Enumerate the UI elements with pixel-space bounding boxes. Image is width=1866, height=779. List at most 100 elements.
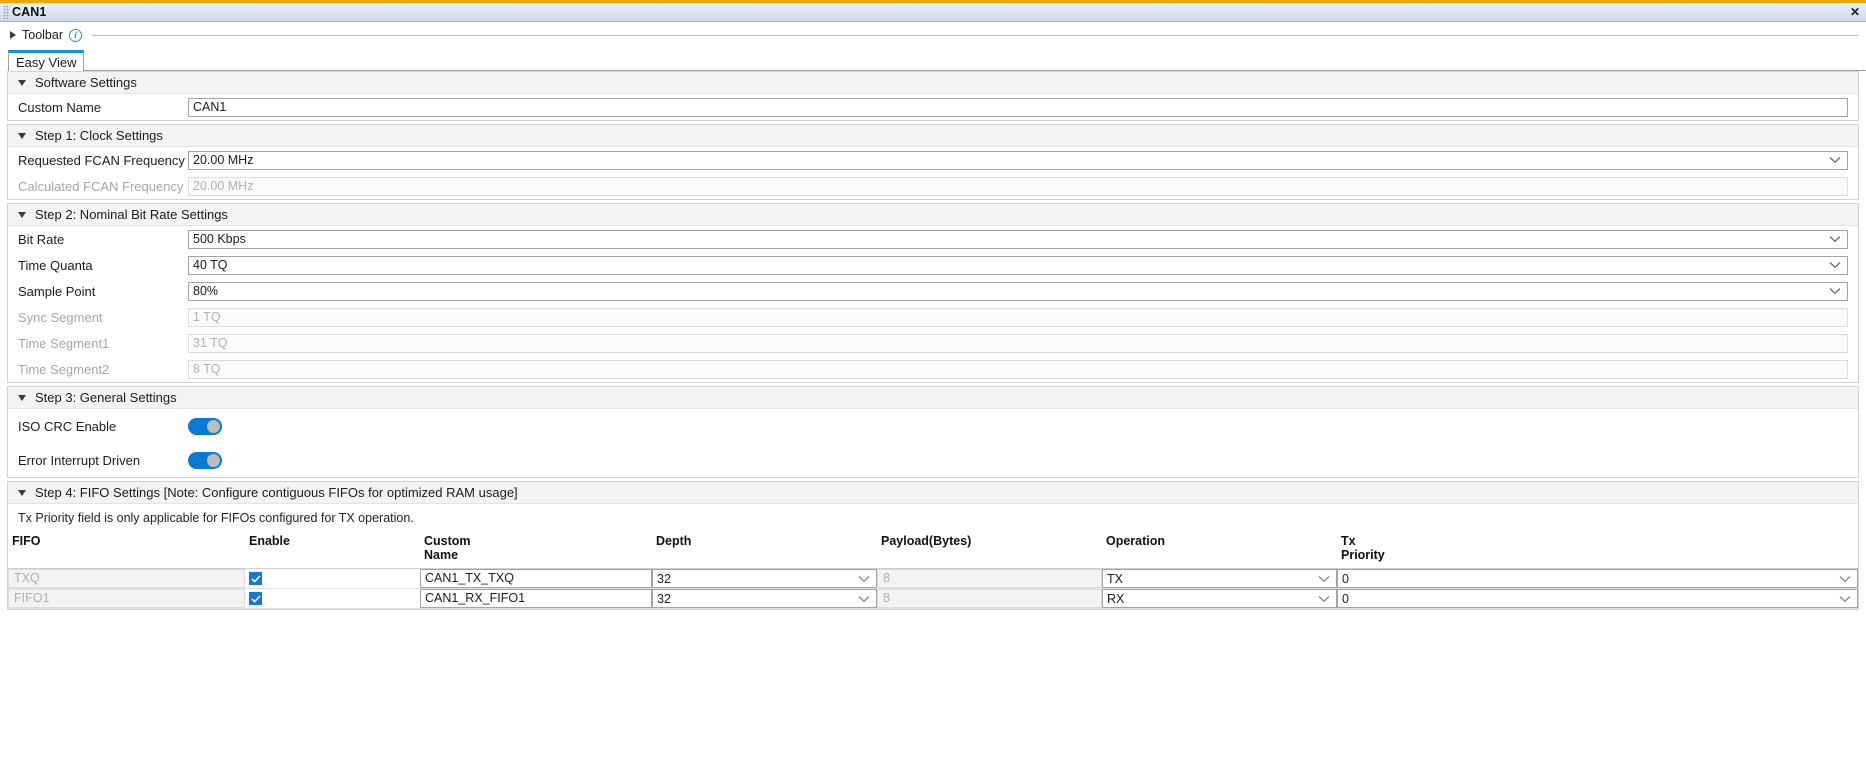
select-fifo-operation[interactable]: RX xyxy=(1102,589,1337,608)
toolbar-strip: Toolbar i xyxy=(0,22,1866,49)
select-value: 32 xyxy=(657,571,671,586)
select-value: 32 xyxy=(657,591,671,606)
cell-payload: 8 xyxy=(877,568,1102,589)
cell-tx-priority: 0 xyxy=(1337,588,1858,609)
row-time-segment1: Time Segment1 31 TQ xyxy=(8,330,1858,356)
group-title: Step 4: FIFO Settings [Note: Configure c… xyxy=(35,485,518,500)
select-time-quanta[interactable]: 40 TQ xyxy=(188,255,1848,275)
row-calculated-fcan-frequency: Calculated FCAN Frequency 20.00 MHz xyxy=(8,173,1858,199)
toolbar-divider xyxy=(92,34,1858,36)
select-value: 20.00 MHz xyxy=(193,152,254,167)
group-body-step4: Tx Priority field is only applicable for… xyxy=(8,504,1858,609)
checkbox-enable[interactable] xyxy=(249,592,262,605)
cell-depth: 32 xyxy=(652,568,877,589)
chevron-down-icon xyxy=(18,394,26,401)
select-fifo-depth[interactable]: 32 xyxy=(652,569,877,588)
settings-content: Software Settings Custom Name CAN1 Step … xyxy=(0,71,1866,610)
select-fifo-operation[interactable]: TX xyxy=(1102,569,1337,588)
group-body-step3: ISO CRC Enable Error Interrupt Driven xyxy=(8,409,1858,477)
cell-payload: 8 xyxy=(877,588,1102,609)
input-fifo-custom-name[interactable]: CAN1_TX_TXQ xyxy=(420,569,652,588)
checkbox-enable[interactable] xyxy=(249,572,262,585)
window-titlebar: CAN1 ✕ xyxy=(0,0,1866,22)
chevron-down-icon xyxy=(1312,575,1336,583)
label-requested-fcan-frequency: Requested FCAN Frequency xyxy=(18,152,185,168)
col-header-fifo: FIFO xyxy=(8,531,245,569)
row-iso-crc-enable: ISO CRC Enable xyxy=(8,409,1858,443)
cell-tx-priority: 0 xyxy=(1337,568,1858,589)
select-fifo-tx-priority[interactable]: 0 xyxy=(1337,569,1858,588)
table-row: FIFO1 CAN1_RX_FIFO1 32 8 RX 0 xyxy=(8,588,1858,609)
info-icon[interactable]: i xyxy=(69,28,82,42)
tab-easy-view[interactable]: Easy View xyxy=(8,50,85,71)
chevron-down-icon xyxy=(18,489,26,496)
cell-fifo: TXQ xyxy=(8,568,245,589)
col-header-operation: Operation xyxy=(1102,531,1337,569)
label-iso-crc-enable: ISO CRC Enable xyxy=(18,418,117,434)
fifo-note: Tx Priority field is only applicable for… xyxy=(18,511,414,525)
select-value: 40 TQ xyxy=(193,257,228,272)
select-value: TX xyxy=(1107,571,1123,586)
label-error-interrupt-driven: Error Interrupt Driven xyxy=(18,452,141,468)
toggle-knob xyxy=(207,419,220,433)
col-header-custom-name: Custom Name xyxy=(420,531,652,569)
input-time-segment1: 31 TQ xyxy=(188,333,1848,353)
group-step4-fifo-settings: Step 4: FIFO Settings [Note: Configure c… xyxy=(7,481,1859,610)
toolbar-expand-icon[interactable] xyxy=(10,31,16,39)
cell-operation: RX xyxy=(1102,588,1337,609)
group-body-step1: Requested FCAN Frequency 20.00 MHz Calcu… xyxy=(8,147,1858,199)
group-title: Step 2: Nominal Bit Rate Settings xyxy=(35,207,228,222)
select-value: 0 xyxy=(1342,571,1349,586)
group-title: Step 1: Clock Settings xyxy=(35,128,163,143)
chevron-down-icon xyxy=(1823,261,1847,269)
select-fifo-depth[interactable]: 32 xyxy=(652,589,877,608)
drag-grip-icon[interactable] xyxy=(3,5,9,19)
toggle-iso-crc-enable[interactable] xyxy=(188,417,222,435)
input-custom-name[interactable]: CAN1 xyxy=(188,97,1848,117)
select-bit-rate[interactable]: 500 Kbps xyxy=(188,229,1848,249)
select-requested-fcan-frequency[interactable]: 20.00 MHz xyxy=(188,150,1848,170)
col-header-tx-priority: Tx Priority xyxy=(1337,531,1858,569)
col-header-enable: Enable xyxy=(245,531,420,569)
input-fifo-custom-name[interactable]: CAN1_RX_FIFO1 xyxy=(420,589,652,608)
label-sync-segment: Sync Segment xyxy=(18,309,103,325)
select-value: 500 Kbps xyxy=(193,231,246,246)
label-time-quanta: Time Quanta xyxy=(18,257,93,273)
chevron-down-icon xyxy=(1833,595,1857,603)
row-time-quanta: Time Quanta 40 TQ xyxy=(8,252,1858,278)
label-custom-name: Custom Name xyxy=(18,99,102,115)
fifo-name-readonly: FIFO1 xyxy=(8,589,245,608)
col-header-depth: Depth xyxy=(652,531,877,569)
fifo-table-header-row: FIFO Enable Custom Name Depth Payload(By… xyxy=(8,531,1858,569)
row-requested-fcan-frequency: Requested FCAN Frequency 20.00 MHz xyxy=(8,147,1858,173)
cell-custom-name: CAN1_RX_FIFO1 xyxy=(420,588,652,609)
row-bit-rate: Bit Rate 500 Kbps xyxy=(8,226,1858,252)
select-sample-point[interactable]: 80% xyxy=(188,281,1848,301)
chevron-down-icon xyxy=(852,575,876,583)
label-calculated-fcan-frequency: Calculated FCAN Frequency xyxy=(18,178,184,194)
fifo-payload-readonly: 8 xyxy=(877,589,1102,608)
group-header-software-settings[interactable]: Software Settings xyxy=(8,71,1858,94)
tabbar: Easy View xyxy=(0,49,1866,71)
group-header-step1[interactable]: Step 1: Clock Settings xyxy=(8,124,1858,147)
chevron-down-icon xyxy=(1833,575,1857,583)
toggle-knob xyxy=(207,453,220,467)
tabbar-filler xyxy=(84,50,1866,71)
group-header-step4[interactable]: Step 4: FIFO Settings [Note: Configure c… xyxy=(8,481,1858,504)
close-icon[interactable]: ✕ xyxy=(1850,6,1860,18)
toggle-error-interrupt-driven[interactable] xyxy=(188,451,222,469)
row-sample-point: Sample Point 80% xyxy=(8,278,1858,304)
select-fifo-tx-priority[interactable]: 0 xyxy=(1337,589,1858,608)
input-calculated-fcan-frequency: 20.00 MHz xyxy=(188,176,1848,196)
group-header-step3[interactable]: Step 3: General Settings xyxy=(8,386,1858,409)
group-header-step2[interactable]: Step 2: Nominal Bit Rate Settings xyxy=(8,203,1858,226)
select-value: 0 xyxy=(1342,591,1349,606)
group-title: Software Settings xyxy=(35,75,137,90)
chevron-down-icon xyxy=(1823,287,1847,295)
cell-depth: 32 xyxy=(652,588,877,609)
cell-custom-name: CAN1_TX_TXQ xyxy=(420,568,652,589)
group-body-step2: Bit Rate 500 Kbps Time Quanta 40 TQ Samp… xyxy=(8,226,1858,382)
table-row: TXQ CAN1_TX_TXQ 32 8 TX 0 xyxy=(8,568,1858,589)
label-time-segment2: Time Segment2 xyxy=(18,361,110,377)
cell-fifo: FIFO1 xyxy=(8,588,245,609)
